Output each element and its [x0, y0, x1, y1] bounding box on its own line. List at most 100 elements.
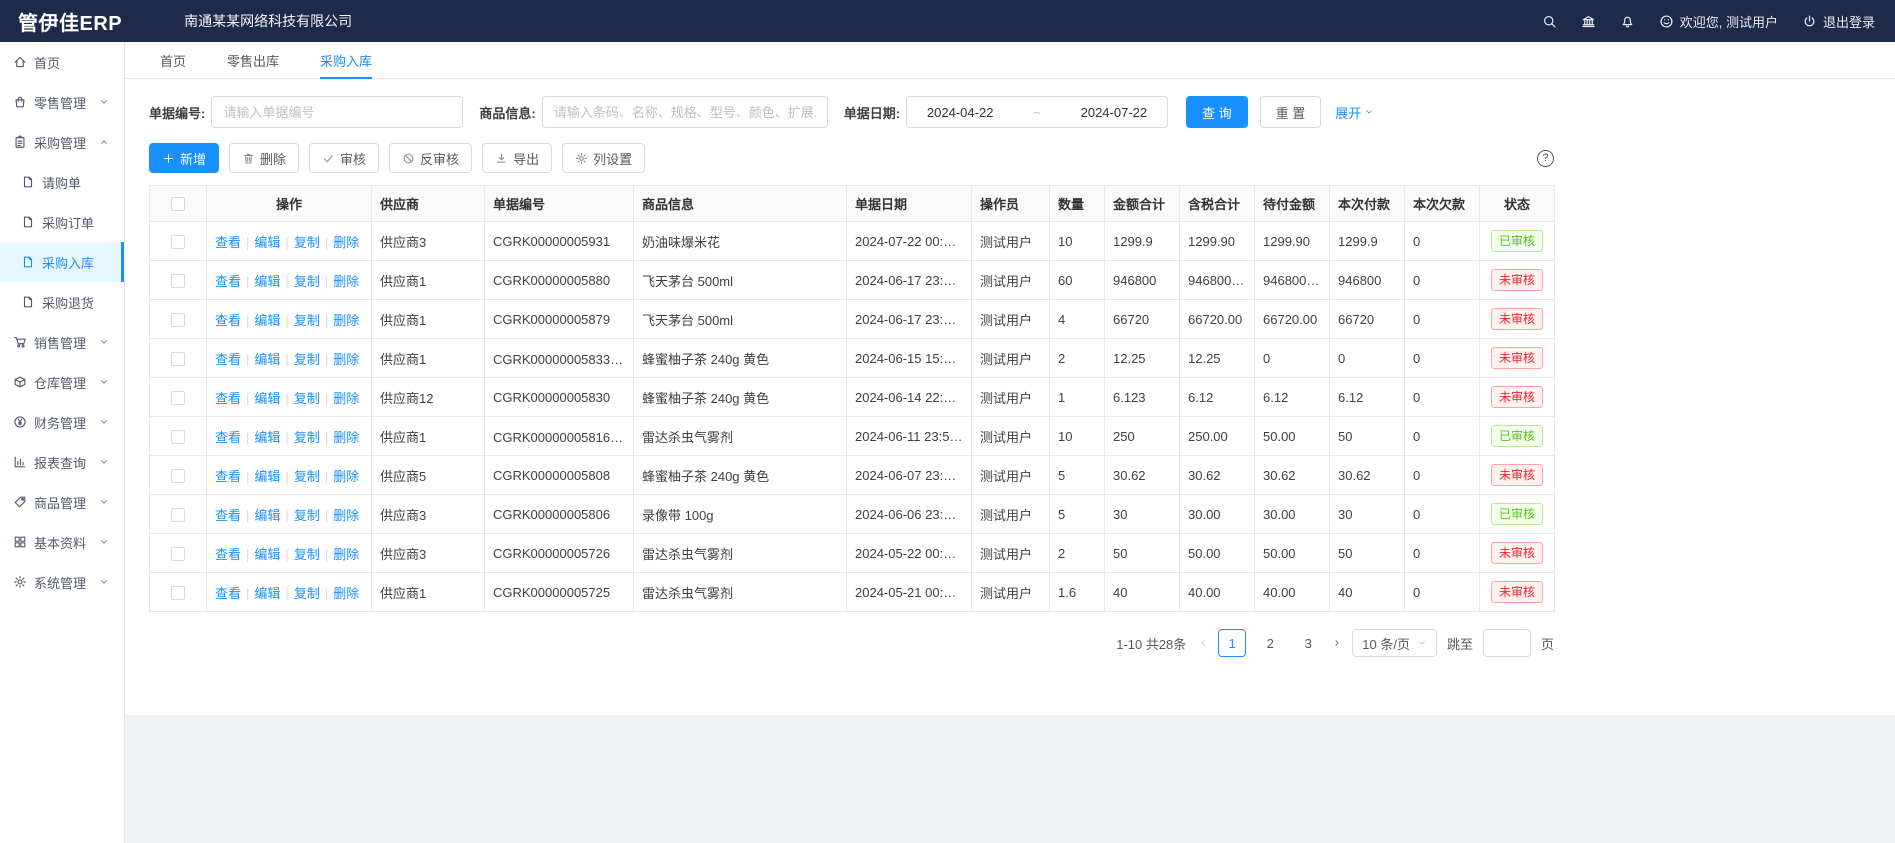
delete-button[interactable]: 删除 [229, 143, 299, 173]
sidebar-item-goods[interactable]: 商品管理 [0, 482, 124, 522]
row-action-edit[interactable]: 编辑 [254, 274, 280, 289]
unapprove-button[interactable]: 反审核 [389, 143, 472, 173]
row-action-view[interactable]: 查看 [215, 469, 241, 484]
row-action-copy[interactable]: 复制 [294, 352, 320, 367]
row-action-edit[interactable]: 编辑 [254, 391, 280, 406]
row-action-view[interactable]: 查看 [215, 313, 241, 328]
export-button[interactable]: 导出 [482, 143, 552, 173]
row-action-delete[interactable]: 删除 [333, 235, 359, 250]
tab-purchase-inbound[interactable]: 采购入库 [320, 42, 372, 78]
bank-icon[interactable] [1581, 14, 1596, 29]
page-button-1[interactable]: 1 [1218, 629, 1246, 657]
row-action-view[interactable]: 查看 [215, 391, 241, 406]
sidebar-item-basedata[interactable]: 基本资料 [0, 522, 124, 562]
sidebar-subitem-purchase-request[interactable]: 请购单 [0, 162, 124, 202]
page-size-select[interactable]: 10 条/页 [1352, 629, 1437, 657]
row-checkbox[interactable] [171, 586, 185, 600]
sidebar-item-finance[interactable]: 财务管理 [0, 402, 124, 442]
sidebar-item-report[interactable]: 报表查询 [0, 442, 124, 482]
product-info-input[interactable] [542, 96, 828, 128]
row-action-delete[interactable]: 删除 [333, 391, 359, 406]
row-action-edit[interactable]: 编辑 [254, 586, 280, 601]
row-action-delete[interactable]: 删除 [333, 352, 359, 367]
row-checkbox[interactable] [171, 508, 185, 522]
row-action-edit[interactable]: 编辑 [254, 430, 280, 445]
logout-text: 退出登录 [1823, 12, 1875, 31]
row-action-edit[interactable]: 编辑 [254, 235, 280, 250]
filter-bar: 单据编号: 商品信息: 单据日期: 2024-04-22 ~ 2024-07-2… [149, 79, 1554, 141]
row-checkbox[interactable] [171, 274, 185, 288]
bell-icon[interactable] [1620, 14, 1635, 29]
row-action-delete[interactable]: 删除 [333, 586, 359, 601]
help-icon[interactable]: ? [1537, 150, 1554, 167]
row-action-delete[interactable]: 删除 [333, 274, 359, 289]
expand-toggle[interactable]: 展开 [1335, 103, 1374, 122]
row-action-delete[interactable]: 删除 [333, 508, 359, 523]
row-action-delete[interactable]: 删除 [333, 547, 359, 562]
row-action-delete[interactable]: 删除 [333, 313, 359, 328]
search-button[interactable]: 查 询 [1186, 96, 1248, 128]
row-action-copy[interactable]: 复制 [294, 235, 320, 250]
row-checkbox[interactable] [171, 547, 185, 561]
tab-retail-outbound[interactable]: 零售出库 [227, 42, 279, 78]
row-action-edit[interactable]: 编辑 [254, 469, 280, 484]
row-action-view[interactable]: 查看 [215, 547, 241, 562]
row-action-copy[interactable]: 复制 [294, 391, 320, 406]
reset-button[interactable]: 重 置 [1260, 96, 1322, 128]
sidebar-item-warehouse[interactable]: 仓库管理 [0, 362, 124, 402]
cell-bill-no: CGRK00000005879 [485, 300, 634, 339]
row-action-view[interactable]: 查看 [215, 430, 241, 445]
row-action-copy[interactable]: 复制 [294, 547, 320, 562]
cell-payable: 6.12 [1255, 378, 1330, 417]
page-button-3[interactable]: 3 [1294, 629, 1322, 657]
select-all-checkbox[interactable] [171, 197, 185, 211]
next-page-button[interactable] [1332, 638, 1342, 648]
sidebar-item-home[interactable]: 首页 [0, 42, 124, 82]
search-icon[interactable] [1542, 14, 1557, 29]
row-checkbox[interactable] [171, 313, 185, 327]
date-range-picker[interactable]: 2024-04-22 ~ 2024-07-22 [906, 96, 1168, 128]
sidebar-subitem-purchase-order[interactable]: 采购订单 [0, 202, 124, 242]
row-checkbox[interactable] [171, 430, 185, 444]
row-checkbox[interactable] [171, 235, 185, 249]
row-action-edit[interactable]: 编辑 [254, 508, 280, 523]
approve-button[interactable]: 审核 [309, 143, 379, 173]
page-button-2[interactable]: 2 [1256, 629, 1284, 657]
row-checkbox[interactable] [171, 352, 185, 366]
row-action-edit[interactable]: 编辑 [254, 352, 280, 367]
tab-home[interactable]: 首页 [160, 42, 186, 78]
row-action-edit[interactable]: 编辑 [254, 313, 280, 328]
user-welcome[interactable]: 欢迎您, 测试用户 [1659, 12, 1778, 31]
bill-date-label: 单据日期: [844, 103, 900, 122]
row-action-delete[interactable]: 删除 [333, 469, 359, 484]
row-action-edit[interactable]: 编辑 [254, 547, 280, 562]
row-action-view[interactable]: 查看 [215, 274, 241, 289]
sidebar-item-sales[interactable]: 销售管理 [0, 322, 124, 362]
action-separator: | [246, 547, 249, 562]
prev-page-button[interactable] [1198, 638, 1208, 648]
sidebar-subitem-purchase-return[interactable]: 采购退货 [0, 282, 124, 322]
sidebar-subitem-purchase-inbound[interactable]: 采购入库 [0, 242, 124, 282]
row-action-copy[interactable]: 复制 [294, 274, 320, 289]
sidebar-item-system[interactable]: 系统管理 [0, 562, 124, 602]
bill-no-input[interactable] [211, 96, 463, 128]
row-action-copy[interactable]: 复制 [294, 586, 320, 601]
row-action-view[interactable]: 查看 [215, 235, 241, 250]
column-settings-button[interactable]: 列设置 [562, 143, 645, 173]
row-checkbox[interactable] [171, 391, 185, 405]
cell-total: 30.62 [1105, 456, 1180, 495]
row-action-copy[interactable]: 复制 [294, 508, 320, 523]
row-action-copy[interactable]: 复制 [294, 430, 320, 445]
logout-button[interactable]: 退出登录 [1802, 12, 1875, 31]
sidebar-item-retail[interactable]: 零售管理 [0, 82, 124, 122]
row-action-delete[interactable]: 删除 [333, 430, 359, 445]
row-action-copy[interactable]: 复制 [294, 313, 320, 328]
row-action-copy[interactable]: 复制 [294, 469, 320, 484]
sidebar-item-purchase[interactable]: 采购管理 [0, 122, 124, 162]
row-action-view[interactable]: 查看 [215, 352, 241, 367]
add-button[interactable]: 新增 [149, 143, 219, 173]
row-checkbox[interactable] [171, 469, 185, 483]
jump-page-input[interactable] [1483, 629, 1531, 657]
row-action-view[interactable]: 查看 [215, 508, 241, 523]
row-action-view[interactable]: 查看 [215, 586, 241, 601]
